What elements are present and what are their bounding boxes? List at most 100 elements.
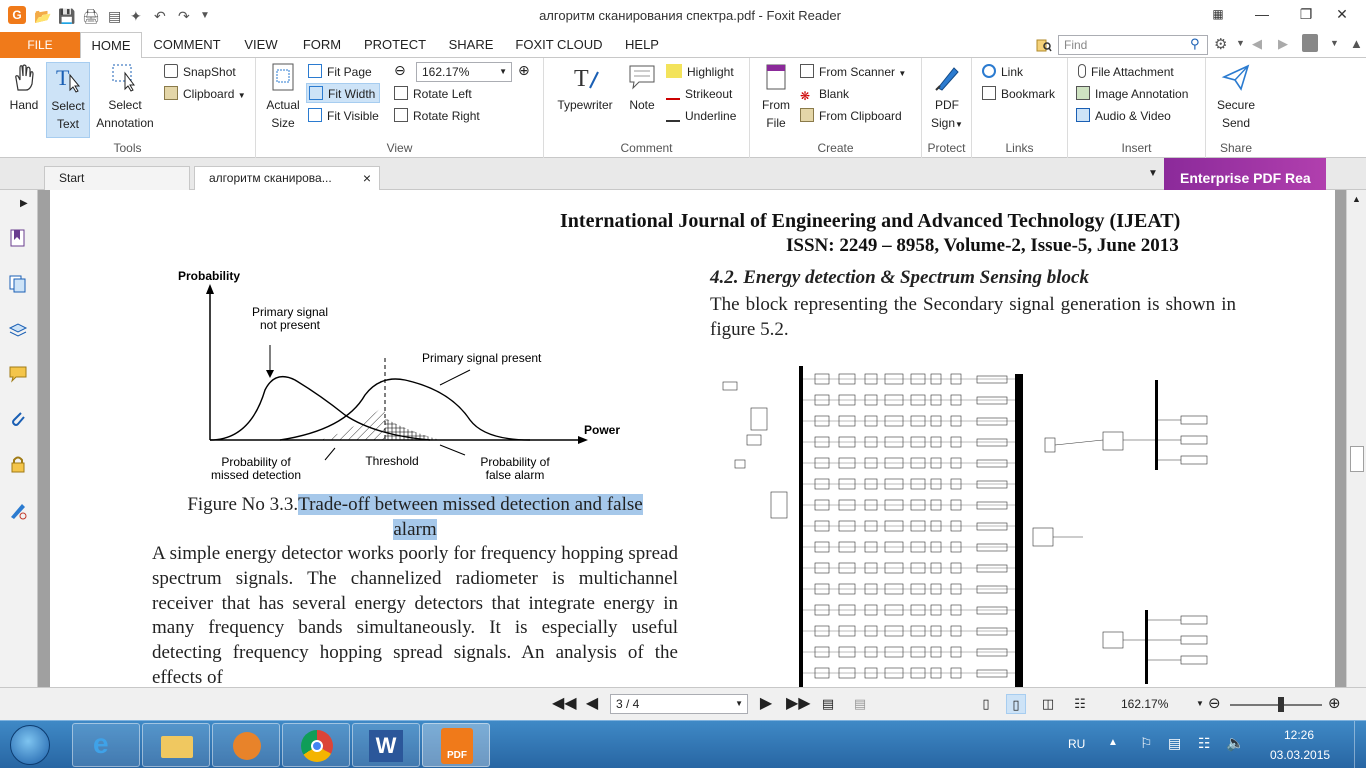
tray-expand-icon[interactable]: ▲ — [1108, 737, 1118, 748]
pdf-sign-button[interactable]: PDF Sign▼ — [926, 62, 968, 134]
facing-page-icon[interactable]: ◫ — [1038, 694, 1058, 714]
zoom-out-icon[interactable]: ⊖ — [394, 62, 406, 79]
open-icon[interactable]: 📂 — [34, 6, 51, 26]
page-number-input[interactable]: 3 / 4 ▼ — [610, 694, 748, 714]
tray-device-icon[interactable]: ▤ — [1168, 735, 1181, 752]
first-page-icon[interactable]: ◀◀ — [552, 694, 577, 714]
right-paragraph[interactable]: The block representing the Secondary sig… — [710, 292, 1236, 342]
secure-send-button[interactable]: Secure Send — [1210, 62, 1262, 132]
tab-list-chevron-down-icon[interactable]: ▼ — [1148, 168, 1158, 179]
enterprise-ad-banner[interactable]: Enterprise PDF Rea — [1164, 158, 1326, 190]
continuous-page-icon[interactable]: ▯ — [1006, 694, 1026, 714]
tab-start[interactable]: Start — [44, 166, 190, 190]
lock-icon[interactable] — [8, 454, 28, 474]
taskbar-foxit-icon[interactable]: PDF — [422, 723, 490, 767]
file-attachment-button[interactable]: File Attachment — [1078, 62, 1174, 82]
status-zoom-out-icon[interactable]: ⊖ — [1208, 694, 1221, 712]
prev-icon[interactable]: ◀ — [1252, 36, 1262, 52]
snapshot-button[interactable]: SnapShot — [164, 62, 236, 82]
next-view-icon[interactable]: ▤ — [850, 694, 870, 714]
tab-foxit-cloud[interactable]: FOXIT CLOUD — [510, 32, 608, 58]
taskbar-media-player-icon[interactable] — [212, 723, 280, 767]
caption-highlight-1[interactable]: Trade-off between missed detection and f… — [298, 494, 643, 515]
show-desktop-button[interactable] — [1354, 721, 1366, 768]
tray-action-center-icon[interactable]: ⚐ — [1140, 735, 1153, 752]
fit-width-button[interactable]: Fit Width — [306, 83, 381, 103]
bookmark-button[interactable]: Bookmark — [982, 84, 1055, 104]
typewriter-button[interactable]: T Typewriter — [552, 62, 618, 114]
select-text-button[interactable]: T Select Text — [46, 62, 90, 138]
clock-time[interactable]: 12:26 — [1284, 728, 1314, 742]
tab-help[interactable]: HELP — [616, 32, 668, 58]
bookmarks-icon[interactable] — [8, 228, 28, 248]
signatures-icon[interactable] — [8, 500, 28, 520]
next-page-icon[interactable]: ▶ — [756, 694, 776, 714]
tab-protect[interactable]: PROTECT — [358, 32, 432, 58]
rotate-right-button[interactable]: Rotate Right — [394, 106, 480, 126]
tray-volume-icon[interactable]: 🔈 — [1226, 734, 1245, 752]
find-options-icon[interactable] — [1036, 37, 1052, 53]
tab-view[interactable]: VIEW — [236, 32, 286, 58]
highlight-button[interactable]: Highlight — [666, 62, 734, 82]
taskbar-ie-icon[interactable]: e — [72, 723, 140, 767]
save-icon[interactable]: 💾 — [58, 6, 75, 26]
find-input[interactable]: Find — [1058, 35, 1208, 55]
left-paragraph[interactable]: A simple energy detector works poorly fo… — [152, 542, 678, 687]
redo-icon[interactable]: ↷ — [178, 6, 190, 26]
fit-page-button[interactable]: Fit Page — [308, 62, 372, 82]
print-icon[interactable]: 🖨 — [82, 6, 100, 26]
figure-caption[interactable]: Figure No 3.3.Trade-off between missed d… — [152, 492, 678, 542]
close-button[interactable]: ✕ — [1320, 0, 1364, 30]
language-indicator[interactable]: RU — [1068, 737, 1085, 751]
scroll-thumb[interactable] — [1350, 446, 1364, 472]
menu-file[interactable]: FILE — [0, 32, 80, 58]
status-zoom-value[interactable]: 162.17% — [1121, 697, 1168, 711]
zoom-in-icon[interactable]: ⊕ — [518, 62, 530, 79]
vertical-scrollbar[interactable]: ▲ — [1346, 190, 1366, 687]
rotate-left-button[interactable]: Rotate Left — [394, 84, 472, 104]
collapse-ribbon-icon[interactable]: ▲ — [1350, 36, 1363, 51]
last-page-icon[interactable]: ▶▶ — [786, 694, 811, 714]
undo-icon[interactable]: ↶ — [154, 6, 166, 26]
attachments-icon[interactable] — [8, 408, 28, 428]
zoom-slider-handle[interactable] — [1278, 697, 1284, 712]
user-avatar-icon[interactable] — [1302, 34, 1318, 52]
previous-page-icon[interactable]: ◀ — [582, 694, 602, 714]
caption-highlight-2[interactable]: alarm — [393, 519, 437, 540]
layers-icon[interactable] — [8, 320, 28, 340]
tab-comment[interactable]: COMMENT — [146, 32, 228, 58]
tab-form[interactable]: FORM — [296, 32, 348, 58]
link-button[interactable]: Link — [982, 62, 1023, 82]
customize-chevron-down-icon[interactable]: ▼ — [200, 6, 210, 26]
strikeout-button[interactable]: Strikeout — [666, 84, 732, 104]
from-scanner-button[interactable]: From Scanner ▼ — [800, 62, 906, 82]
zoom-slider-track[interactable] — [1230, 704, 1322, 706]
tab-current-document[interactable]: алгоритм сканирова... × — [194, 166, 380, 190]
properties-icon[interactable]: ▤ — [108, 6, 121, 26]
blank-button[interactable]: ❋ Blank — [800, 84, 849, 104]
clock-date[interactable]: 03.03.2015 — [1270, 748, 1330, 762]
fit-visible-button[interactable]: Fit Visible — [308, 106, 379, 126]
underline-button[interactable]: Underline — [666, 106, 736, 126]
ribbon-options-icon[interactable]: ▦ — [1196, 0, 1240, 30]
previous-view-icon[interactable]: ▤ — [818, 694, 838, 714]
taskbar-chrome-icon[interactable] — [282, 723, 350, 767]
gear-icon[interactable]: ⚙ — [1214, 35, 1227, 53]
single-page-icon[interactable]: ▯ — [976, 694, 996, 714]
section-heading[interactable]: 4.2. Energy detection & Spectrum Sensing… — [710, 267, 1089, 289]
tray-network-icon[interactable]: ☷ — [1198, 735, 1211, 752]
tab-close-icon[interactable]: × — [363, 167, 371, 189]
status-zoom-in-icon[interactable]: ⊕ — [1328, 694, 1341, 712]
continuous-facing-icon[interactable]: ☷ — [1070, 694, 1090, 714]
clipboard-button[interactable]: Clipboard ▼ — [164, 84, 246, 104]
actual-size-button[interactable]: Actual Size — [260, 62, 306, 132]
taskbar-word-icon[interactable]: W — [352, 723, 420, 767]
select-annotation-button[interactable]: Select Annotation — [92, 62, 158, 132]
note-button[interactable]: Note — [622, 62, 662, 114]
pages-icon[interactable] — [8, 274, 28, 294]
gear-chevron-down-icon[interactable]: ▼ — [1236, 38, 1245, 48]
document-viewport[interactable]: International Journal of Engineering and… — [38, 190, 1346, 687]
hand-button[interactable]: Hand — [4, 62, 44, 114]
expand-panel-icon[interactable]: ▶ — [20, 198, 28, 209]
comments-icon[interactable] — [8, 364, 28, 384]
